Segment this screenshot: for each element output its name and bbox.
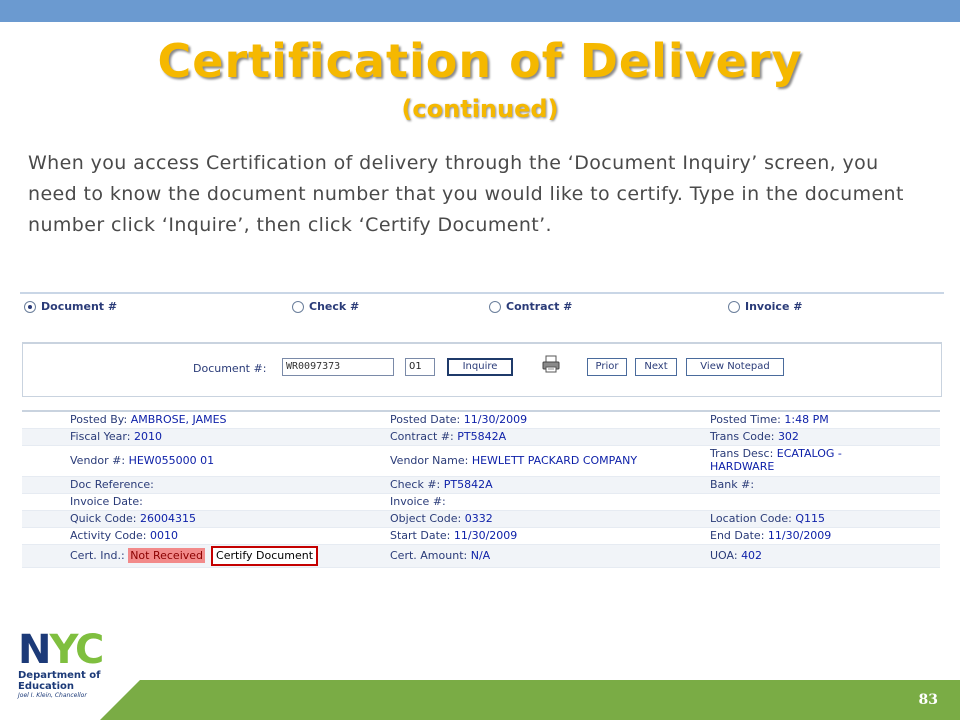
radio-document[interactable]: Document # <box>24 300 117 313</box>
field-label: Object Code: <box>390 512 462 525</box>
field-value-continued: HARDWARE <box>710 460 775 473</box>
table-row: Activity Code: 0010 Start Date: 11/30/20… <box>22 528 940 545</box>
radio-label: Check # <box>309 300 360 313</box>
radio-check[interactable]: Check # <box>292 300 359 313</box>
field-value: Q115 <box>795 512 826 525</box>
radio-invoice[interactable]: Invoice # <box>728 300 802 313</box>
field-value: 11/30/2009 <box>463 413 528 426</box>
document-number-input[interactable]: WR0097373 <box>282 358 394 376</box>
prior-button[interactable]: Prior <box>587 358 627 376</box>
field-value: 2010 <box>133 430 162 443</box>
field-value: ECATALOG - <box>776 447 842 460</box>
field-value: HEWLETT PACKARD COMPANY <box>471 454 638 467</box>
field-label: Vendor #: <box>70 454 126 467</box>
cert-status-badge: Not Received <box>128 548 206 563</box>
field-label: Contract #: <box>390 430 454 443</box>
field-label: Posted Date: <box>390 413 461 426</box>
field-value: 0332 <box>464 512 493 525</box>
field-label: UOA: <box>710 549 738 562</box>
field-label: Start Date: <box>390 529 451 542</box>
radio-checked-icon[interactable] <box>24 300 36 313</box>
table-row: Quick Code: 26004315 Object Code: 0332 L… <box>22 511 940 528</box>
printer-icon[interactable] <box>541 354 561 374</box>
slide-subtitle: (continued) <box>401 95 559 123</box>
document-number-label: Document #: <box>193 362 267 375</box>
next-button[interactable]: Next <box>635 358 677 376</box>
field-value: 11/30/2009 <box>453 529 518 542</box>
top-accent-bar <box>0 0 960 22</box>
field-value: 0010 <box>150 529 179 542</box>
field-label: Activity Code: <box>70 529 147 542</box>
field-value: AMBROSE, JAMES <box>130 413 227 426</box>
document-suffix-input[interactable]: 01 <box>405 358 435 376</box>
field-label: Trans Code: <box>710 430 775 443</box>
certify-document-button[interactable]: Certify Document <box>211 546 319 566</box>
table-row: Posted By: AMBROSE, JAMES Posted Date: 1… <box>22 412 940 429</box>
field-label: Posted Time: <box>710 413 781 426</box>
table-row: Doc Reference: Check #: PT5842A Bank #: <box>22 477 940 494</box>
field-value: HEW055000 01 <box>128 454 215 467</box>
field-label: Cert. Amount: <box>390 549 468 562</box>
radio-unchecked-icon[interactable] <box>292 300 304 313</box>
logo-line-3: Joel I. Klein, Chancellor <box>18 692 87 699</box>
field-value: 302 <box>777 430 799 443</box>
search-type-radio-bar: Document # Check # Contract # Invoice # <box>20 292 944 322</box>
field-label: Posted By: <box>70 413 128 426</box>
document-details-table: Posted By: AMBROSE, JAMES Posted Date: 1… <box>22 410 940 568</box>
field-value: 26004315 <box>139 512 196 525</box>
field-label: Invoice Date: <box>70 495 143 508</box>
nyc-logo-mark: NYC <box>18 627 104 673</box>
logo-line-2: Education <box>18 681 74 692</box>
field-label: Vendor Name: <box>390 454 469 467</box>
field-value: PT5842A <box>457 430 507 443</box>
field-value: N/A <box>470 549 491 562</box>
radio-label: Document # <box>41 300 118 313</box>
radio-contract[interactable]: Contract # <box>489 300 572 313</box>
table-row: Vendor #: HEW055000 01 Vendor Name: HEWL… <box>22 446 940 477</box>
field-label: Check #: <box>390 478 441 491</box>
field-label: Doc Reference: <box>70 478 154 491</box>
nyc-doe-logo: NYC Department of Education Joel I. Klei… <box>18 630 128 699</box>
slide-title: Certification of Delivery <box>157 34 803 88</box>
document-search-panel: Document #: WR0097373 01 Inquire Prior N… <box>22 342 942 397</box>
field-value: 11/30/2009 <box>767 529 832 542</box>
view-notepad-button[interactable]: View Notepad <box>686 358 784 376</box>
field-label: Fiscal Year: <box>70 430 131 443</box>
field-value: 1:48 PM <box>784 413 829 426</box>
inquire-button[interactable]: Inquire <box>447 358 513 376</box>
page-number: 83 <box>918 692 938 708</box>
table-row: Invoice Date: Invoice #: <box>22 494 940 511</box>
radio-label: Invoice # <box>745 300 803 313</box>
field-label: End Date: <box>710 529 765 542</box>
field-label: Trans Desc: <box>710 447 774 460</box>
field-value: 402 <box>741 549 763 562</box>
field-label: Location Code: <box>710 512 792 525</box>
radio-unchecked-icon[interactable] <box>489 300 501 313</box>
radio-label: Contract # <box>506 300 573 313</box>
logo-line-1: Department of <box>18 670 101 681</box>
table-row: Fiscal Year: 2010 Contract #: PT5842A Tr… <box>22 429 940 446</box>
field-label: Quick Code: <box>70 512 137 525</box>
field-label: Bank #: <box>710 478 755 491</box>
field-label: Cert. Ind.: <box>70 549 125 562</box>
radio-unchecked-icon[interactable] <box>728 300 740 313</box>
field-label: Invoice #: <box>390 495 446 508</box>
table-row: Cert. Ind.: Not Received Certify Document… <box>22 545 940 568</box>
field-value: PT5842A <box>443 478 493 491</box>
bottom-accent-bar <box>100 680 960 720</box>
slide-intro-text: When you access Certification of deliver… <box>28 152 904 236</box>
